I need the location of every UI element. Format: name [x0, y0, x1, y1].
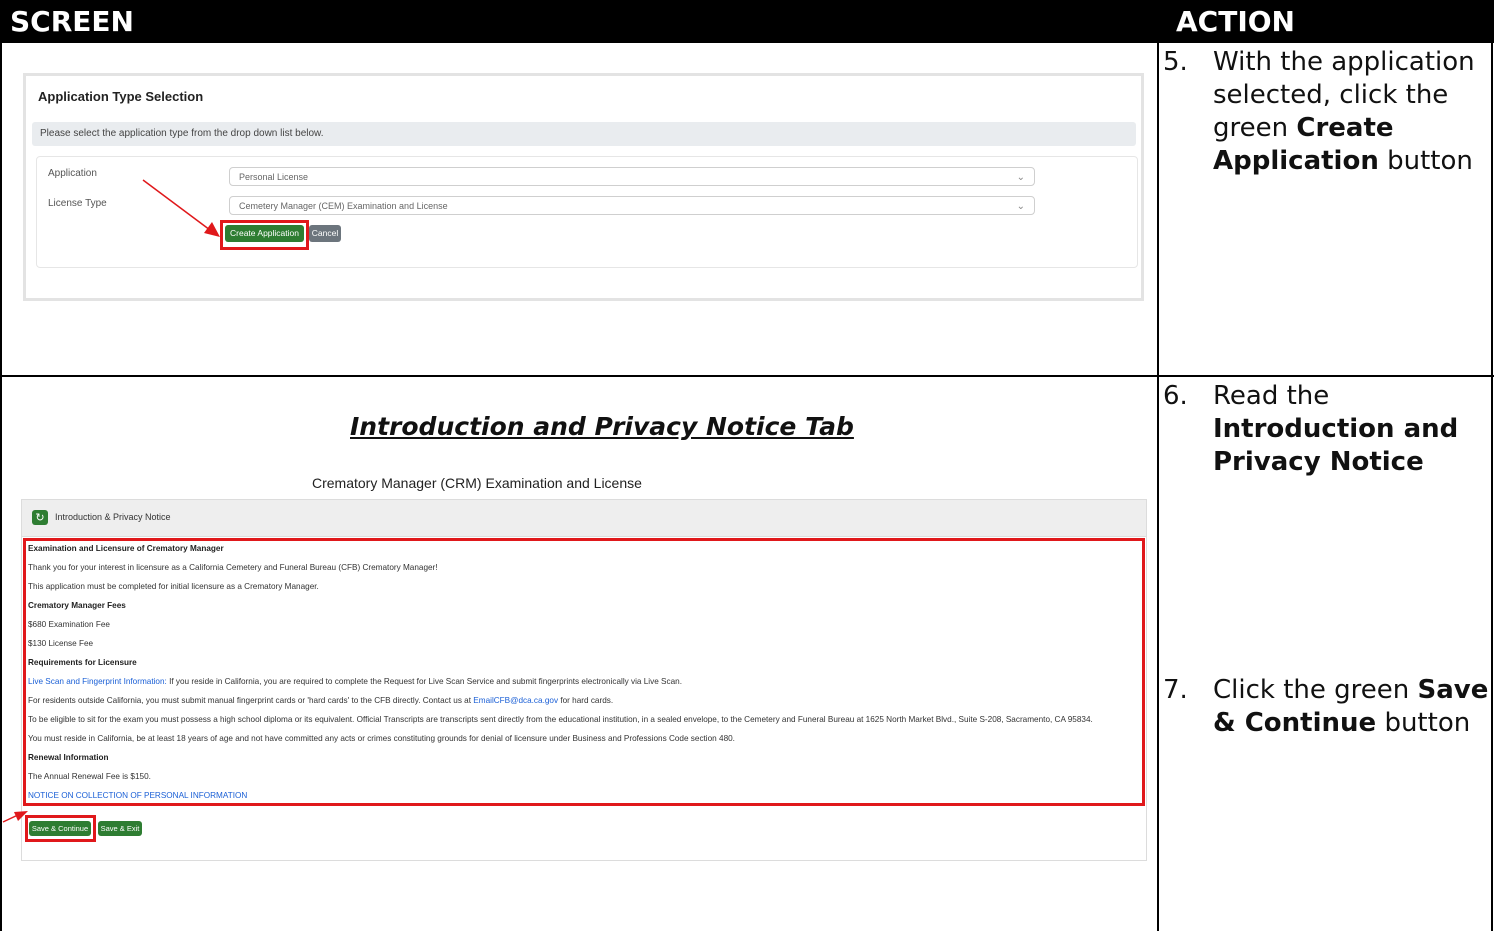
- action-column-header: ACTION: [1176, 5, 1295, 38]
- section-title: Introduction and Privacy Notice Tab: [350, 412, 854, 441]
- instruction-notice: Please select the application type from …: [32, 122, 1136, 146]
- tab-bar: ↻ Introduction & Privacy Notice: [22, 500, 1146, 537]
- application-select-value: Personal License: [239, 172, 309, 182]
- tab-introduction-privacy[interactable]: Introduction & Privacy Notice: [55, 512, 171, 522]
- step-number: 5.: [1163, 47, 1188, 77]
- step-text: Click the green Save & Continue button: [1213, 675, 1489, 738]
- highlight-box-content: [23, 538, 1145, 806]
- column-divider: [1157, 43, 1159, 931]
- refresh-icon[interactable]: ↻: [32, 510, 48, 525]
- step-text: Read the Introduction and Privacy Notice: [1213, 381, 1459, 477]
- application-title: Crematory Manager (CRM) Examination and …: [312, 475, 642, 491]
- license-type-select[interactable]: Cemetery Manager (CEM) Examination and L…: [229, 196, 1035, 215]
- application-label: Application: [48, 168, 97, 179]
- table-header-row: SCREEN ACTION: [0, 0, 1494, 43]
- highlight-box-create: [220, 220, 309, 250]
- instruction-table: SCREEN ACTION 5. With the application se…: [0, 0, 1494, 931]
- step-number: 7.: [1163, 675, 1188, 705]
- cancel-button[interactable]: Cancel: [309, 225, 341, 242]
- pointer-arrow: [142, 179, 220, 237]
- license-type-label: License Type: [48, 198, 107, 209]
- step-number: 6.: [1163, 381, 1188, 411]
- highlight-box-save: [25, 815, 96, 842]
- license-type-select-value: Cemetery Manager (CEM) Examination and L…: [239, 201, 448, 211]
- chevron-down-icon: ⌄: [1016, 201, 1025, 212]
- pointer-arrow: [2, 811, 28, 823]
- row-divider: [0, 375, 1494, 377]
- save-exit-button[interactable]: Save & Exit: [98, 821, 142, 836]
- step-text: With the application selected, click the…: [1213, 47, 1475, 176]
- panel-title: Application Type Selection: [38, 89, 204, 104]
- screen-column-header: SCREEN: [10, 5, 134, 38]
- application-select[interactable]: Personal License ⌄: [229, 167, 1035, 186]
- chevron-down-icon: ⌄: [1016, 172, 1025, 183]
- left-border: [0, 43, 2, 931]
